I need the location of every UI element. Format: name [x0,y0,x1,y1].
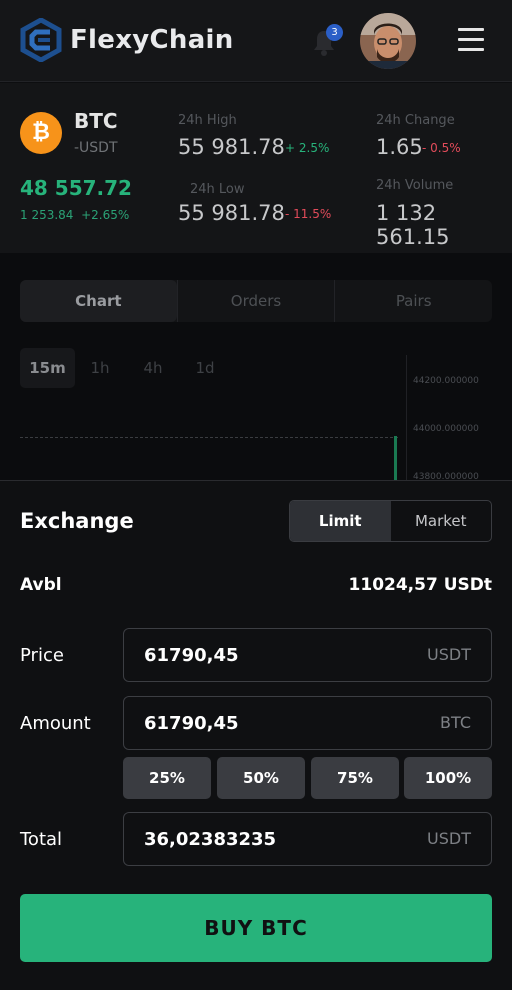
amount-input[interactable] [144,697,394,749]
timeframe-1h[interactable]: 1h [82,348,118,388]
limit-button[interactable]: Limit [290,501,391,541]
last-price-secondary: 1 253.84 [20,208,74,222]
high-change: + 2.5% [285,141,330,155]
axis-label: 43800.000000 [413,472,479,480]
price-unit: USDT [427,645,471,664]
price-input[interactable] [144,629,394,681]
volume-label: 24h Volume [376,178,454,193]
timeframe-1d[interactable]: 1d [187,348,223,388]
last-price-sub: 1 253.84 +2.65% [20,208,129,222]
price-field: USDT [123,628,492,682]
percent-50-button[interactable]: 50% [217,757,305,799]
percent-100-button[interactable]: 100% [404,757,492,799]
coin-pair: -USDT [74,140,118,156]
change-change: - 0.5% [422,141,461,155]
total-label: Total [20,829,63,850]
amount-unit: BTC [440,713,471,732]
coin-symbol: BTC [74,109,118,133]
percent-25-button[interactable]: 25% [123,757,211,799]
amount-label: Amount [20,713,91,734]
tab-pairs[interactable]: Pairs [335,280,492,322]
high-value: 55 981.78 [178,135,285,159]
available-value: 11024,57 USDt [348,575,492,595]
flexychain-logo-icon [20,18,62,62]
low-change: - 11.5% [285,207,332,221]
avatar[interactable] [360,13,416,69]
low-label: 24h Low [190,182,245,197]
price-dashed-line [20,437,398,438]
total-field: USDT [123,812,492,866]
exchange-title: Exchange [20,509,134,533]
app-name: FlexyChain [70,25,234,55]
bitcoin-icon: ₿ [20,112,62,154]
total-input[interactable] [144,813,394,865]
timeframe-4h[interactable]: 4h [135,348,171,388]
tab-orders[interactable]: Orders [178,280,335,322]
price-label: Price [20,645,64,666]
candle [394,436,397,480]
timeframe-15m[interactable]: 15m [20,348,75,388]
order-type-toggle: Limit Market [289,500,492,542]
total-unit: USDT [427,829,471,848]
high-label: 24h High [178,113,237,128]
axis-label: 44200.000000 [413,376,479,386]
change-label: 24h Change [376,113,455,128]
axis-label: 44000.000000 [413,424,479,434]
chart-tabs: Chart Orders Pairs [20,280,492,322]
low-value: 55 981.78 [178,201,285,225]
logo[interactable]: FlexyChain [20,18,234,62]
notification-badge: 3 [326,24,343,41]
percent-75-button[interactable]: 75% [311,757,399,799]
chart-axis-line [406,355,407,480]
tab-chart[interactable]: Chart [20,280,177,322]
hamburger-menu-icon[interactable] [458,28,484,52]
change-value: 1.65 [376,135,423,159]
available-label: Avbl [20,575,62,595]
last-price-change: +2.65% [81,208,130,222]
market-button[interactable]: Market [391,501,492,541]
amount-field: BTC [123,696,492,750]
volume-value: 1 132 561.15 [376,201,450,249]
last-price: 48 557.72 [20,176,132,200]
app-header: FlexyChain 3 [0,0,512,82]
buy-button[interactable]: BUY BTC [20,894,492,962]
